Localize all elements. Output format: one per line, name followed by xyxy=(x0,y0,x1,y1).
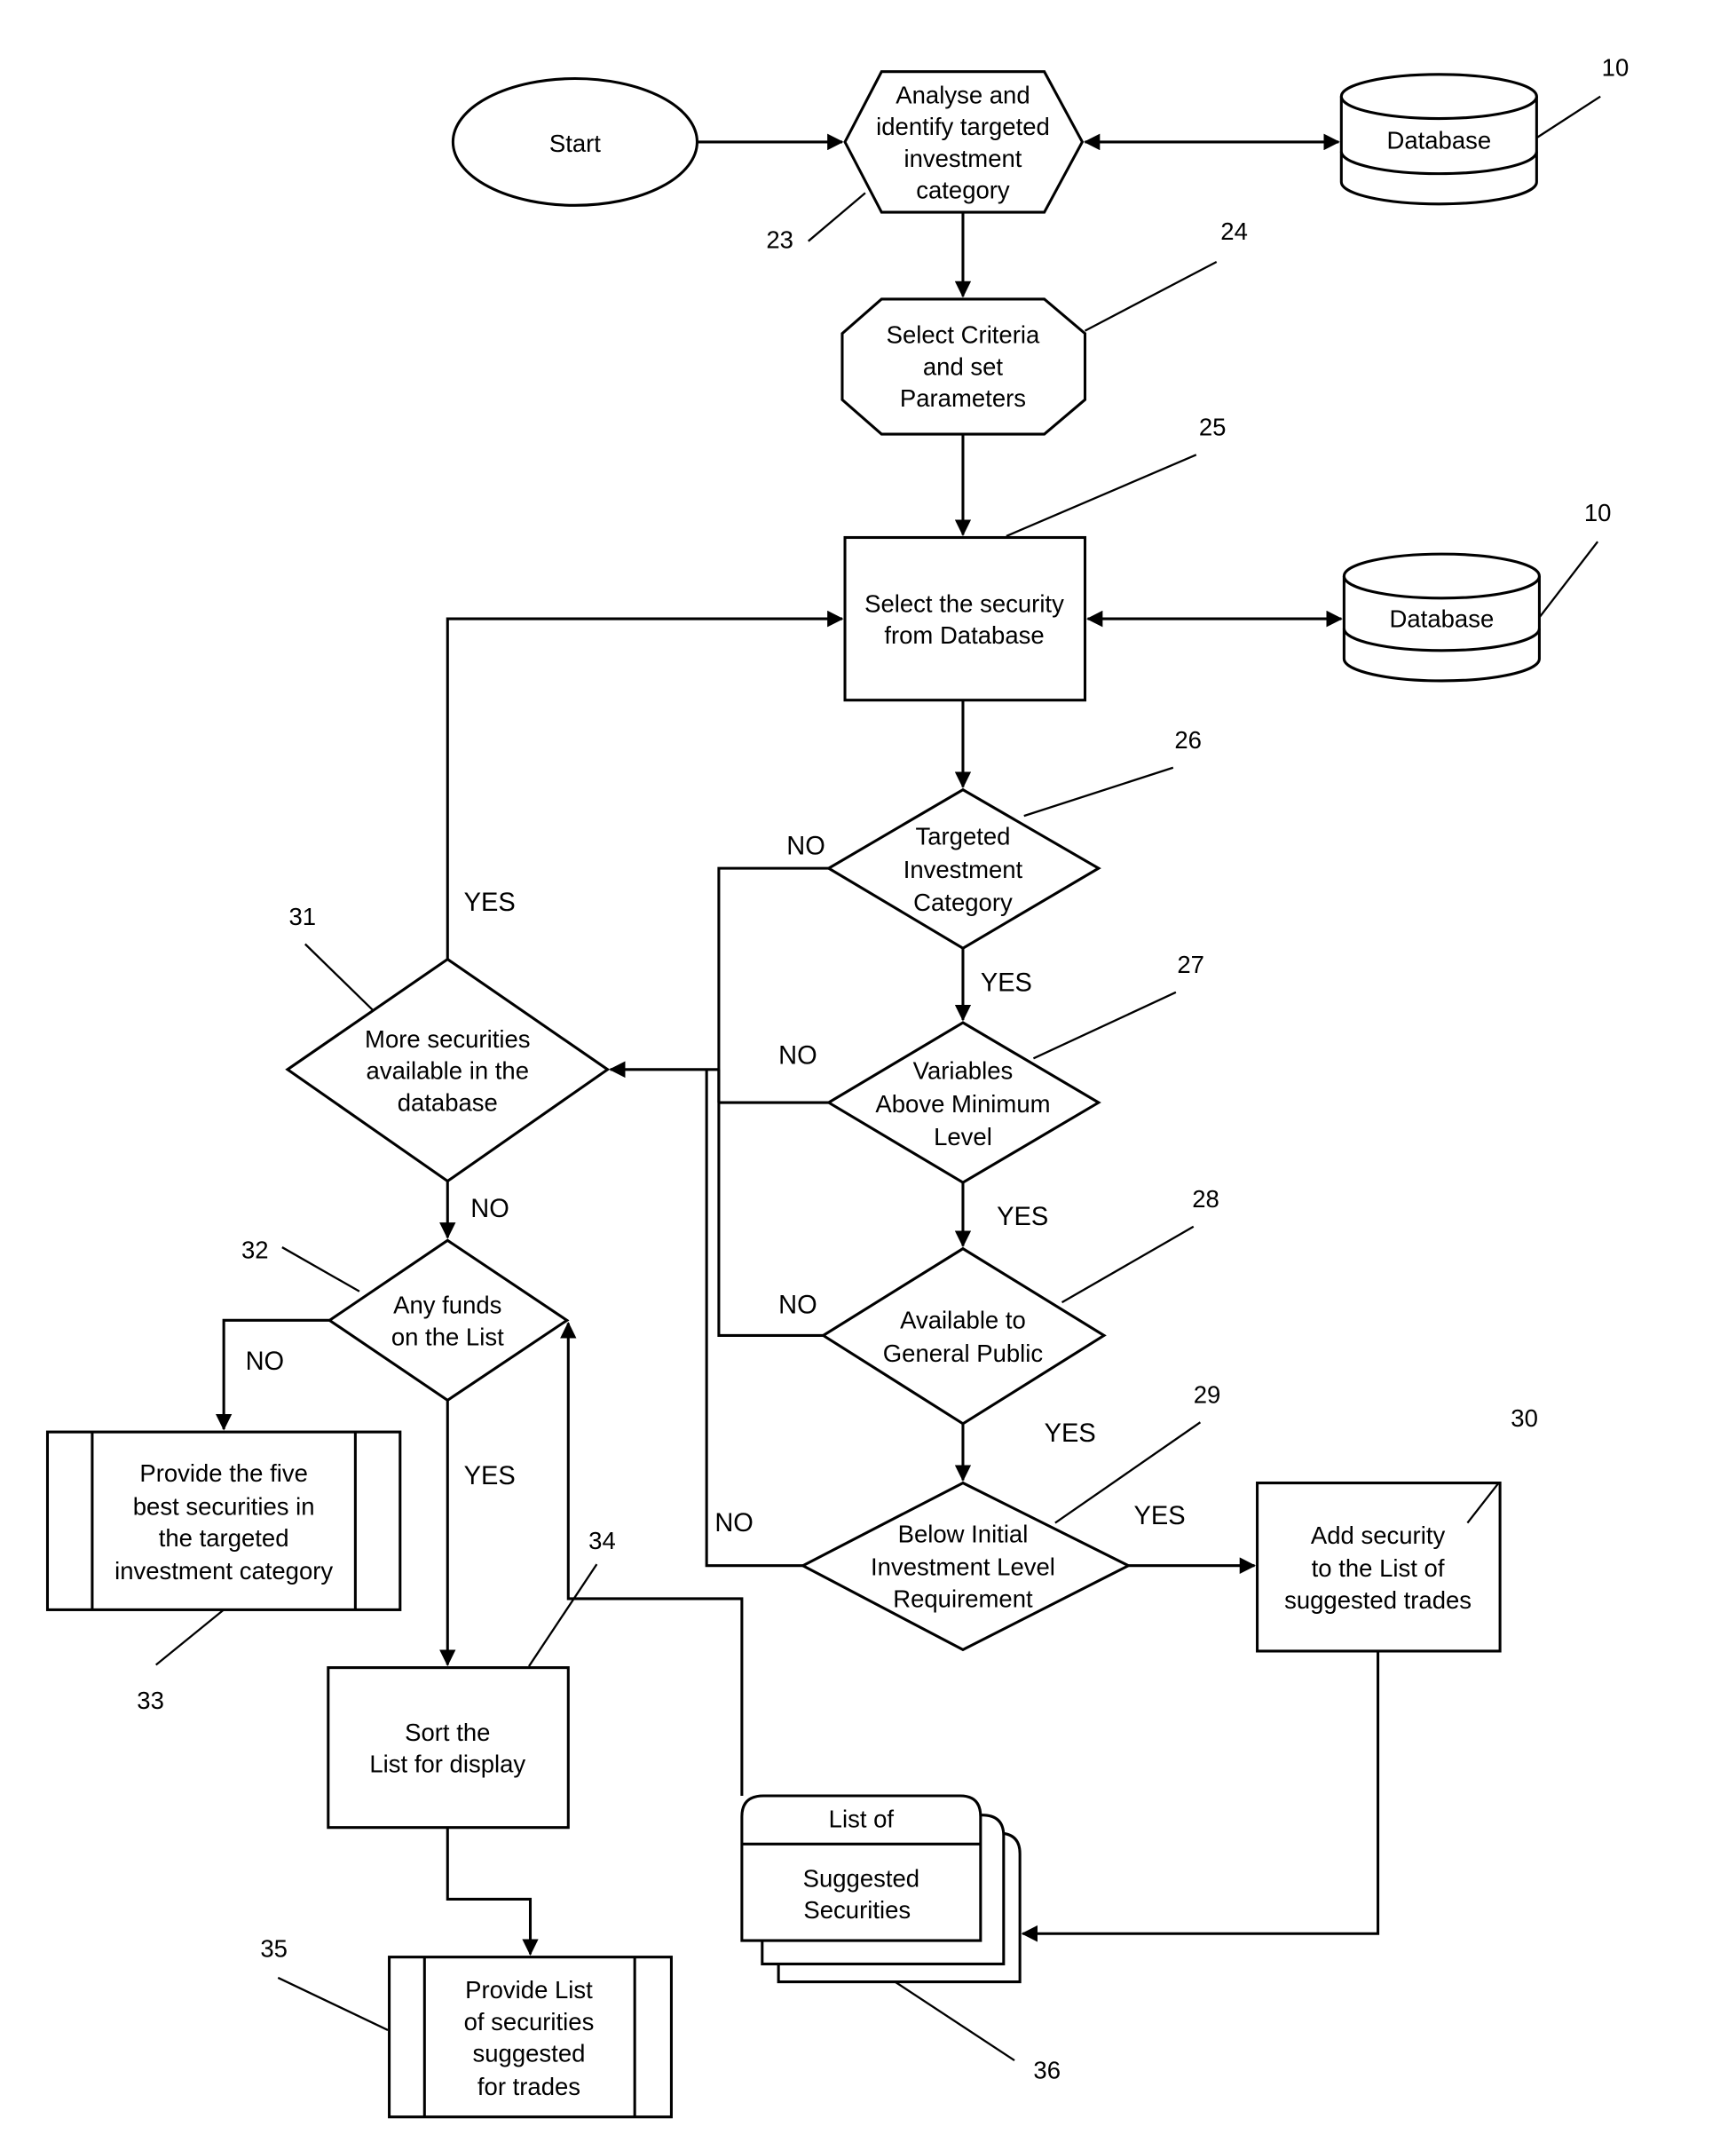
ref-25: 25 xyxy=(1199,413,1227,440)
more-securities-decision: More securities available in the databas… xyxy=(285,957,611,1183)
edge-sort-provide xyxy=(446,1827,539,1956)
label-funds-no: NO xyxy=(246,1348,285,1376)
provide-list-label-3: suggested xyxy=(473,2039,586,2067)
ref-36: 36 xyxy=(1033,2056,1061,2083)
variables-label-3: Level xyxy=(934,1123,992,1150)
add-security-node: Add security to the List of suggested tr… xyxy=(1256,1482,1502,1653)
criteria-node: Select Criteria and set Parameters xyxy=(840,297,1087,436)
ref-10-mid: 10 xyxy=(1584,499,1612,526)
below-label-2: Investment Level xyxy=(871,1553,1055,1580)
provide-list-label-4: for trades xyxy=(477,2073,580,2100)
label-funds-yes: YES xyxy=(464,1462,516,1490)
ref-27: 27 xyxy=(1177,951,1204,978)
provide-list-node: Provide List of securities suggested for… xyxy=(388,1956,673,2119)
provide-list-label-1: Provide List xyxy=(465,1976,593,2004)
sort-node: Sort the List for display xyxy=(327,1666,570,1830)
ref-10-top: 10 xyxy=(1602,53,1629,81)
ref-24: 24 xyxy=(1220,217,1248,245)
ref-26: 26 xyxy=(1174,726,1202,754)
below-label-3: Requirement xyxy=(893,1585,1033,1612)
ref-35: 35 xyxy=(260,1934,288,1962)
start-label: Start xyxy=(549,130,601,157)
edge-list-funds xyxy=(560,1321,744,1796)
analyse-label-1: Analyse and xyxy=(896,81,1030,108)
database-top-label: Database xyxy=(1386,126,1491,154)
five-best-label-3: the targeted xyxy=(159,1524,289,1552)
analyse-label-2: identify targeted xyxy=(876,113,1050,140)
label-below-yes: YES xyxy=(1134,1502,1186,1530)
edge-add-list xyxy=(1021,1650,1380,1942)
criteria-label-3: Parameters xyxy=(900,384,1026,412)
ref-32: 32 xyxy=(241,1236,269,1263)
analyse-node: Analyse and identify targeted investment… xyxy=(843,70,1085,214)
label-more-yes: YES xyxy=(464,889,516,917)
five-best-label-4: investment category xyxy=(114,1557,333,1585)
add-security-label-3: suggested trades xyxy=(1284,1586,1472,1614)
database-mid-label: Database xyxy=(1390,605,1495,632)
public-decision: Available to General Public xyxy=(820,1246,1107,1426)
more-label-2: available in the xyxy=(367,1056,529,1084)
label-targeted-no: NO xyxy=(786,832,825,860)
start-node: Start xyxy=(451,76,698,207)
ref-28: 28 xyxy=(1192,1185,1219,1213)
select-security-label-1: Select the security xyxy=(864,589,1064,617)
ref-33: 33 xyxy=(137,1687,164,1714)
select-security-label-2: from Database xyxy=(884,621,1044,649)
label-variables-yes: YES xyxy=(997,1203,1048,1231)
any-funds-label-1: Any funds xyxy=(393,1291,501,1318)
list-doc-label-2: Suggested xyxy=(803,1864,919,1892)
label-below-no: NO xyxy=(714,1509,754,1537)
label-targeted-yes: YES xyxy=(981,968,1032,997)
sort-label-2: List for display xyxy=(369,1750,525,1777)
five-best-node: Provide the five best securities in the … xyxy=(45,1430,402,1611)
variables-label-2: Above Minimum xyxy=(875,1090,1050,1118)
criteria-label-2: and set xyxy=(923,352,1003,380)
more-label-1: More securities xyxy=(365,1025,530,1053)
label-more-no: NO xyxy=(470,1195,509,1223)
criteria-label-1: Select Criteria xyxy=(887,320,1040,348)
ref-34: 34 xyxy=(588,1527,616,1554)
targeted-label-2: Investment xyxy=(904,856,1023,883)
targeted-decision: Targeted Investment Category xyxy=(825,787,1101,950)
label-variables-no: NO xyxy=(778,1041,817,1070)
ref-30: 30 xyxy=(1511,1404,1538,1432)
any-funds-label-2: on the List xyxy=(391,1323,504,1350)
list-document-stack: List of Suggested Securities xyxy=(740,1794,1022,1984)
sort-label-1: Sort the xyxy=(405,1719,490,1746)
list-doc-label-1: List of xyxy=(829,1806,895,1833)
ref-31: 31 xyxy=(288,903,316,930)
public-label-1: Available to xyxy=(900,1306,1026,1333)
five-best-label-1: Provide the five xyxy=(139,1459,308,1487)
list-doc-label-3: Securities xyxy=(803,1896,911,1924)
analyse-label-4: category xyxy=(916,176,1010,203)
database-top-node: Database xyxy=(1339,73,1538,206)
five-best-label-2: best securities in xyxy=(133,1492,315,1520)
label-public-no: NO xyxy=(778,1291,817,1319)
add-security-label-1: Add security xyxy=(1311,1522,1445,1549)
public-label-2: General Public xyxy=(883,1340,1044,1367)
analyse-label-3: investment xyxy=(904,145,1022,172)
ref-23: 23 xyxy=(766,225,793,253)
add-security-label-2: to the List of xyxy=(1312,1554,1445,1582)
targeted-label-1: Targeted xyxy=(915,823,1010,850)
below-label-1: Below Initial xyxy=(898,1520,1029,1547)
database-mid-node: Database xyxy=(1342,552,1541,683)
provide-list-label-2: of securities xyxy=(464,2008,595,2035)
variables-label-1: Variables xyxy=(913,1056,1014,1084)
targeted-label-3: Category xyxy=(913,889,1013,916)
select-security-node: Select the security from Database xyxy=(843,535,1087,702)
any-funds-decision: Any funds on the List xyxy=(327,1238,570,1403)
below-decision: Below Initial Investment Level Requireme… xyxy=(800,1481,1132,1652)
label-public-yes: YES xyxy=(1045,1419,1096,1448)
flowchart-diagram: Start Analyse and identify targeted inve… xyxy=(45,53,1629,2119)
ref-29: 29 xyxy=(1194,1380,1221,1408)
more-label-3: database xyxy=(398,1088,498,1116)
